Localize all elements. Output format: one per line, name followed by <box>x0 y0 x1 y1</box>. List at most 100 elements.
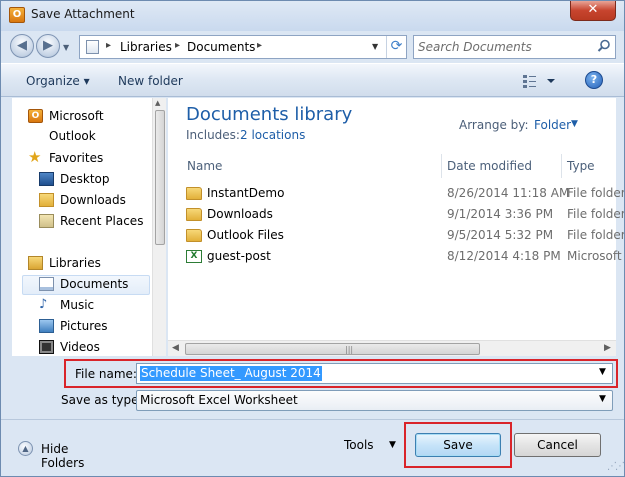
file-type: File folder <box>567 186 625 200</box>
nav-item-label: Desktop <box>60 172 110 186</box>
scroll-right-icon[interactable]: ▶ <box>604 343 611 353</box>
arrange-by-label: Arrange by: <box>459 118 529 132</box>
folder-icon <box>186 229 202 242</box>
column-divider[interactable] <box>561 154 562 178</box>
nav-item-documents[interactable]: Documents <box>12 274 152 294</box>
desktop-icon <box>39 172 54 186</box>
file-type: File folder <box>567 207 625 221</box>
file-name: InstantDemo <box>207 186 285 200</box>
column-header-date-modified[interactable]: Date modified <box>445 154 561 178</box>
address-dropdown-icon[interactable]: ▼ <box>372 42 378 51</box>
nav-scroll-thumb[interactable] <box>155 110 165 245</box>
file-name: Outlook Files <box>207 228 284 242</box>
file-date: 9/1/2014 3:36 PM <box>447 207 554 221</box>
tools-button[interactable]: Tools <box>344 438 374 452</box>
cancel-button[interactable]: Cancel <box>514 433 601 457</box>
save-as-type-value: Microsoft Excel Worksheet <box>140 393 298 407</box>
navigation-bar: ◀ ▶ ▼ ▸ Libraries ▸ Documents ▸ ▼ ⟳ <box>1 31 624 63</box>
title-bar[interactable]: O Save Attachment ✕ <box>1 1 624 31</box>
nav-item-desktop[interactable]: Desktop <box>12 169 152 189</box>
scroll-grip-icon: ||| <box>345 345 354 354</box>
libraries-icon <box>28 256 43 270</box>
pictures-icon <box>39 319 54 333</box>
address-bar[interactable]: ▸ Libraries ▸ Documents ▸ ▼ ⟳ <box>79 35 407 59</box>
library-locations-link[interactable]: 2 locations <box>240 128 305 142</box>
file-type: File folder <box>567 228 625 242</box>
hide-folders-label: Hide Folders <box>41 442 85 470</box>
scroll-up-icon[interactable]: ▲ <box>155 99 160 107</box>
file-list-pane: Documents library Includes: 2 locations … <box>168 98 624 356</box>
nav-item-favorites[interactable]: ★ Favorites <box>12 148 152 168</box>
nav-item-label: Videos <box>60 340 100 354</box>
folder-icon <box>186 208 202 221</box>
horizontal-scroll-thumb[interactable]: ||| <box>185 343 480 355</box>
breadcrumb-documents[interactable]: Documents <box>187 40 255 54</box>
file-row-downloads[interactable]: Downloads 9/1/2014 3:36 PM File folder <box>168 204 624 225</box>
search-box[interactable] <box>413 35 616 59</box>
documents-icon <box>39 277 54 291</box>
library-title: Documents library <box>186 104 353 125</box>
save-as-type-label: Save as type: <box>61 393 143 407</box>
file-date: 8/12/2014 4:18 PM <box>447 249 561 263</box>
file-row-instantdemo[interactable]: InstantDemo 8/26/2014 11:18 AM File fold… <box>168 183 624 204</box>
nav-item-microsoft-outlook[interactable]: O Microsoft Outlook <box>12 106 152 143</box>
nav-item-label: Microsoft Outlook <box>49 109 104 143</box>
location-icon <box>86 40 99 54</box>
nav-item-label: Music <box>60 298 95 312</box>
close-button[interactable]: ✕ <box>570 1 616 21</box>
refresh-icon[interactable]: ⟳ <box>386 36 406 58</box>
file-date: 8/26/2014 11:18 AM <box>447 186 570 200</box>
file-row-guest-post[interactable]: X guest-post 8/12/2014 4:18 PM Microsoft… <box>168 246 624 267</box>
nav-item-libraries[interactable]: Libraries <box>12 253 152 273</box>
excel-file-icon: X <box>186 250 202 263</box>
window-title: Save Attachment <box>31 7 135 21</box>
search-icon[interactable] <box>596 38 612 54</box>
horizontal-scrollbar[interactable]: ◀ ||| ▶ <box>168 340 616 356</box>
arrange-by-dropdown[interactable]: Folder <box>534 118 571 132</box>
nav-item-downloads[interactable]: Downloads <box>12 190 152 210</box>
divider <box>1 419 624 420</box>
file-type: Microsoft Excel <box>567 249 624 263</box>
downloads-folder-icon <box>39 193 54 207</box>
breadcrumb-libraries[interactable]: Libraries <box>120 40 172 54</box>
nav-item-label: Libraries <box>49 256 101 270</box>
folder-icon <box>186 187 202 200</box>
breadcrumb-separator-icon[interactable]: ▸ <box>106 40 111 51</box>
column-header-name[interactable]: Name <box>185 154 441 178</box>
music-icon: ♪ <box>39 297 48 312</box>
back-button[interactable]: ◀ <box>10 34 34 58</box>
change-view-icon[interactable] <box>521 72 557 90</box>
breadcrumb-separator-icon[interactable]: ▸ <box>257 40 262 51</box>
organize-button[interactable]: Organize ▾ <box>26 74 90 88</box>
file-name: Downloads <box>207 207 273 221</box>
chevron-down-icon[interactable]: ▼ <box>389 440 396 450</box>
file-name: guest-post <box>207 249 271 263</box>
nav-item-pictures[interactable]: Pictures <box>12 316 152 336</box>
nav-item-music[interactable]: ♪ Music <box>12 295 152 315</box>
library-includes-label: Includes: <box>186 128 240 142</box>
nav-pane-scrollbar[interactable]: ▲ <box>152 98 166 356</box>
file-date: 9/5/2014 5:32 PM <box>447 228 554 242</box>
nav-item-label: Recent Places <box>60 214 144 228</box>
new-folder-button[interactable]: New folder <box>118 74 183 88</box>
nav-item-videos[interactable]: Videos <box>12 337 152 357</box>
forward-button[interactable]: ▶ <box>36 34 60 58</box>
chevron-down-icon[interactable]: ▼ <box>571 119 578 129</box>
search-input[interactable] <box>418 38 588 56</box>
column-header-type[interactable]: Type <box>565 154 616 178</box>
nav-item-recent-places[interactable]: Recent Places <box>12 211 152 231</box>
save-as-type-select[interactable]: Microsoft Excel Worksheet ▼ <box>136 390 613 411</box>
filename-annotation-highlight <box>64 359 618 388</box>
chevron-down-icon[interactable]: ▼ <box>599 394 606 404</box>
outlook-app-icon: O <box>9 7 25 23</box>
column-divider[interactable] <box>441 154 442 178</box>
star-icon: ★ <box>28 148 42 166</box>
help-icon[interactable]: ? <box>585 71 603 89</box>
resize-grip-icon[interactable]: ⋰⋰ <box>607 461 624 472</box>
nav-item-label: Favorites <box>49 151 104 165</box>
videos-icon <box>39 340 54 354</box>
file-row-outlook-files[interactable]: Outlook Files 9/5/2014 5:32 PM File fold… <box>168 225 624 246</box>
breadcrumb-separator-icon[interactable]: ▸ <box>175 40 180 51</box>
scroll-left-icon[interactable]: ◀ <box>172 343 179 353</box>
recent-pages-dropdown-icon[interactable]: ▼ <box>63 43 69 52</box>
